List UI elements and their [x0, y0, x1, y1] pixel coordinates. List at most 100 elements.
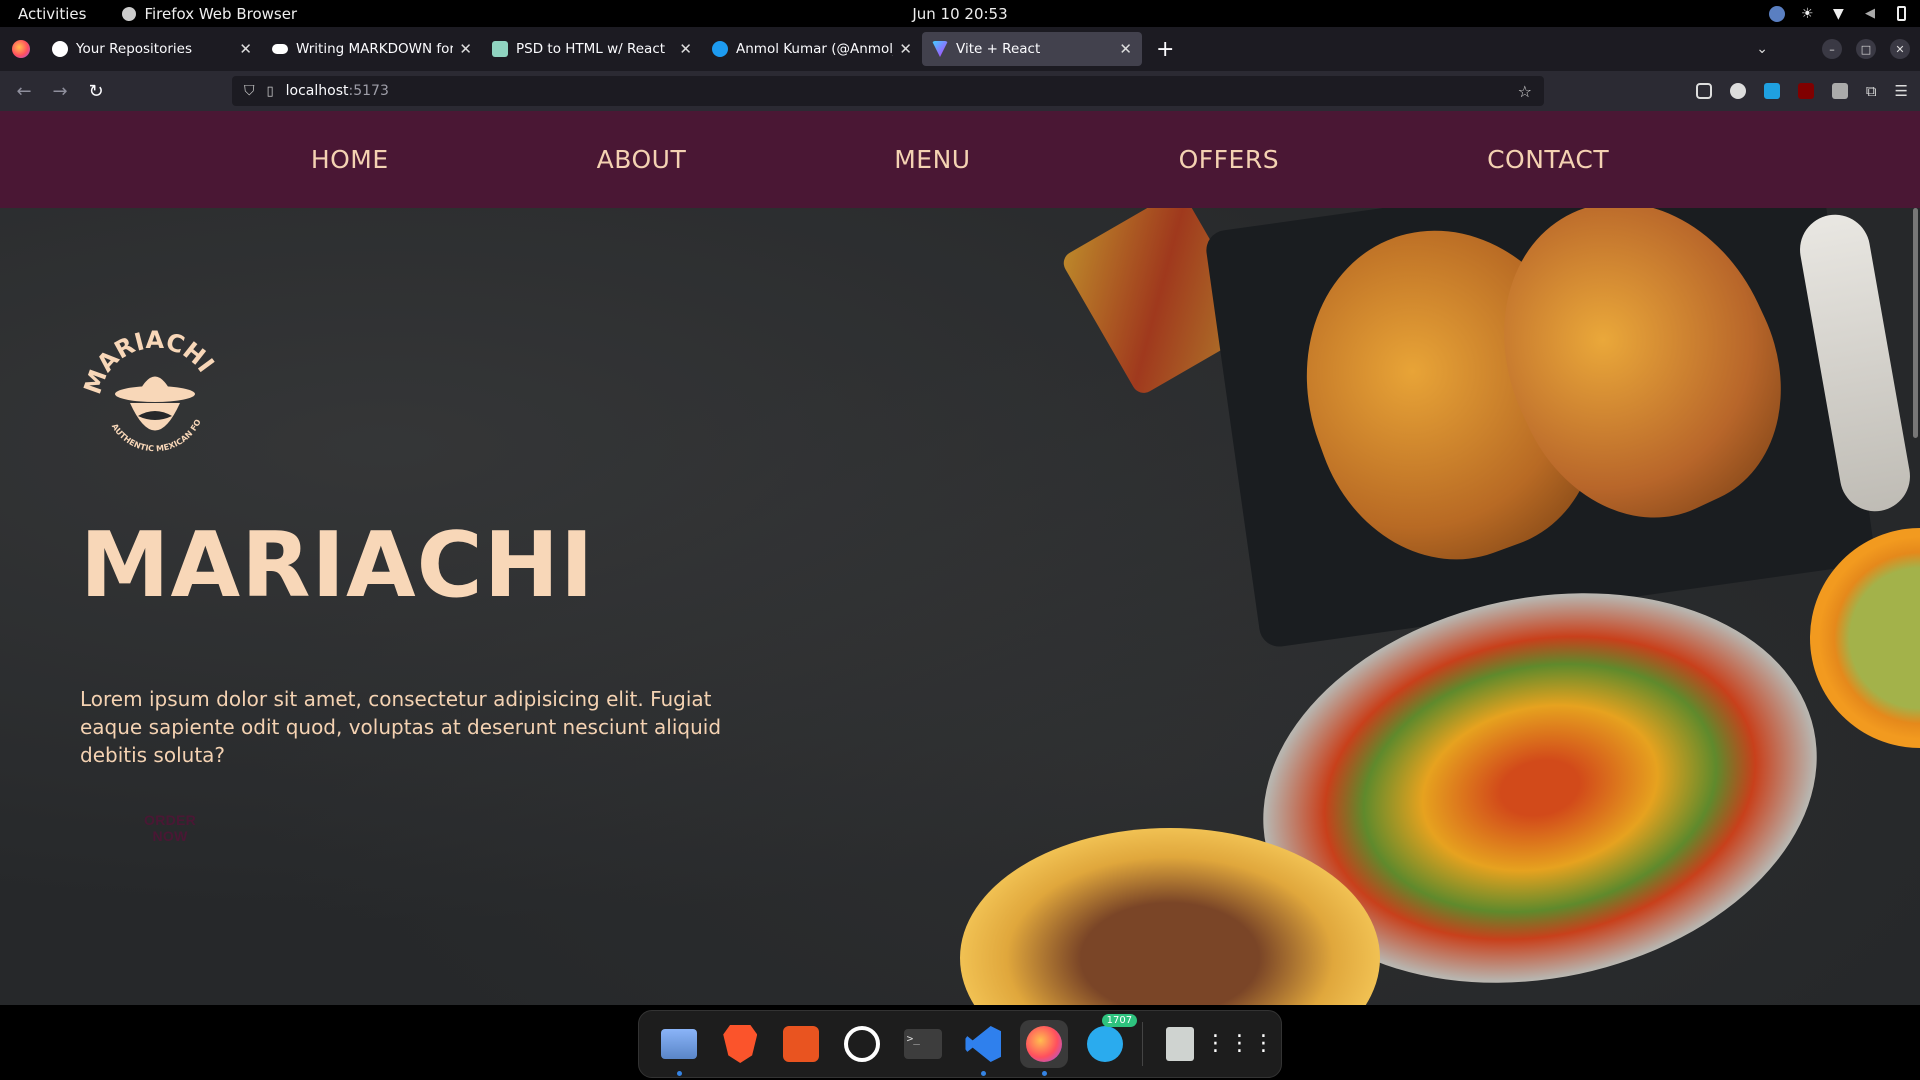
activities-button[interactable]: Activities [18, 5, 86, 23]
dock-area: >_ 1707 ⋮⋮⋮ [0, 1005, 1920, 1080]
app-store-icon-shape [783, 1026, 820, 1062]
tab-title: Your Repositories [76, 41, 192, 57]
vite-icon [932, 41, 948, 57]
ublock-icon[interactable] [1797, 83, 1814, 99]
maximize-button[interactable]: □ [1856, 39, 1876, 59]
close-icon[interactable]: ✕ [459, 40, 472, 58]
tab-1[interactable]: Writing MARKDOWN for yo ✕ [262, 32, 482, 66]
reload-button[interactable]: ↻ [78, 81, 114, 102]
volume-icon: ◀ [1865, 5, 1875, 21]
hero-description: Lorem ipsum dolor sit amet, consectetur … [80, 687, 722, 767]
tab-strip: Your Repositories ✕ Writing MARKDOWN for… [0, 27, 1920, 71]
telegram-icon-shape [1087, 1026, 1124, 1062]
close-icon[interactable]: ✕ [239, 40, 252, 58]
tab-2[interactable]: PSD to HTML w/ React ✕ [482, 32, 702, 66]
nav-contact-link[interactable]: CONTACT [1487, 145, 1609, 174]
close-icon[interactable]: ✕ [679, 40, 692, 58]
system-tray[interactable]: ☀ ▼ ◀ [1769, 5, 1906, 22]
app-grid-icon[interactable]: ⋮⋮⋮ [1205, 1020, 1275, 1068]
brave-icon-shape [723, 1025, 758, 1063]
tab-title: Vite + React [956, 41, 1041, 57]
running-indicator [1041, 1071, 1047, 1076]
app-store-icon[interactable] [777, 1020, 825, 1068]
notification-badge: 1707 [1101, 1014, 1138, 1027]
url-bar[interactable]: ⛉ ▯ localhost:5173 ☆ [232, 76, 1544, 106]
terminal-icon-shape: >_ [903, 1029, 942, 1059]
vscode-icon[interactable] [959, 1020, 1007, 1076]
web-page: HOME ABOUT MENU OFFERS CONTACT MARIACHI [0, 111, 1920, 1005]
trash-icon-shape [1165, 1027, 1194, 1061]
forward-button[interactable]: → [42, 81, 78, 102]
dock: >_ 1707 ⋮⋮⋮ [638, 1010, 1282, 1078]
brave-icon[interactable] [716, 1020, 764, 1068]
running-indicator [980, 1071, 986, 1076]
bookmark-star-icon[interactable]: ☆ [1518, 82, 1532, 101]
url-text[interactable]: localhost:5173 [286, 83, 389, 99]
order-now-button[interactable]: ORDER NOW [144, 812, 196, 844]
url-host: localhost [285, 83, 349, 99]
firefox-icon-shape [1026, 1026, 1063, 1062]
hero-title: MARIACHI [80, 513, 595, 618]
tab-title: Anmol Kumar (@Anmol_kr [736, 41, 893, 57]
url-port: :5173 [348, 83, 389, 99]
vscode-icon-shape [965, 1026, 1002, 1062]
wifi-icon: ▼ [1833, 5, 1844, 22]
app-name-label: Firefox Web Browser [144, 4, 298, 23]
translate-extension-icon[interactable] [1763, 83, 1780, 99]
firefox-icon[interactable] [1020, 1020, 1069, 1076]
firefox-small-icon [122, 6, 137, 21]
mariachi-logo: MARIACHI AUTHENTIC MEXICAN FOOD [80, 328, 220, 453]
app-menu[interactable]: Firefox Web Browser [122, 5, 297, 23]
hero-section: MARIACHI AUTHENTIC MEXICAN FOOD MARIACHI… [0, 208, 1920, 1005]
tab-0[interactable]: Your Repositories ✕ [42, 32, 262, 66]
back-button[interactable]: ← [6, 81, 42, 102]
minimize-button[interactable]: – [1822, 39, 1842, 59]
toolbar-extensions: ⧉ ☰ [1695, 82, 1908, 100]
shield-icon[interactable]: ⛉ [244, 83, 255, 99]
github-icon [52, 41, 68, 57]
vpn-icon [1769, 5, 1785, 22]
window-controls: ⌄ – □ ✕ [1756, 39, 1910, 59]
brightness-icon: ☀ [1801, 5, 1814, 22]
site-navbar: HOME ABOUT MENU OFFERS CONTACT [0, 111, 1920, 208]
nav-home-link[interactable]: HOME [311, 145, 389, 174]
whatsapp-icon[interactable] [838, 1020, 886, 1068]
tab-title: PSD to HTML w/ React [516, 41, 666, 57]
tab-4[interactable]: Vite + React ✕ [922, 32, 1142, 66]
tab-3[interactable]: Anmol Kumar (@Anmol_kr ✕ [702, 32, 922, 66]
system-top-bar: Activities Firefox Web Browser Jun 10 20… [0, 0, 1920, 27]
app-grid-icon-shape: ⋮⋮⋮ [1204, 1031, 1277, 1056]
menu-icon[interactable]: ☰ [1895, 82, 1908, 100]
pocket-icon[interactable] [1695, 83, 1712, 99]
battery-icon [1897, 6, 1906, 21]
nav-offers-link[interactable]: OFFERS [1179, 145, 1279, 174]
whatsapp-icon-shape [843, 1026, 880, 1062]
files-icon[interactable] [655, 1020, 703, 1076]
account-icon[interactable] [1729, 83, 1746, 99]
clock[interactable]: Jun 10 20:53 [912, 5, 1007, 23]
new-tab-button[interactable]: + [1156, 37, 1174, 62]
close-icon[interactable]: ✕ [899, 40, 912, 58]
nav-about-link[interactable]: ABOUT [597, 145, 687, 174]
extensions-icon[interactable]: ⧉ [1866, 82, 1877, 100]
nav-menu-link[interactable]: MENU [894, 145, 970, 174]
files-icon-shape [661, 1029, 698, 1059]
dock-separator [1141, 1022, 1143, 1066]
page-icon[interactable]: ▯ [267, 84, 274, 99]
close-icon[interactable]: ✕ [1119, 40, 1132, 58]
hero-food-image [940, 208, 1920, 1005]
firefox-view-icon[interactable] [12, 40, 30, 58]
tab-title: Writing MARKDOWN for yo [296, 41, 454, 57]
medium-icon [272, 44, 288, 54]
replit-icon [492, 41, 508, 57]
terminal-icon[interactable]: >_ [899, 1020, 947, 1068]
telegram-icon[interactable]: 1707 [1081, 1014, 1138, 1068]
list-all-tabs-icon[interactable]: ⌄ [1756, 41, 1768, 57]
page-scrollbar[interactable] [1913, 208, 1918, 438]
twitter-icon [712, 41, 728, 57]
navigation-toolbar: ← → ↻ ⛉ ▯ localhost:5173 ☆ ⧉ ☰ [0, 71, 1920, 111]
incognito-icon[interactable] [1831, 83, 1848, 99]
close-window-button[interactable]: ✕ [1890, 39, 1910, 59]
running-indicator [676, 1071, 682, 1076]
trash-icon[interactable] [1156, 1020, 1204, 1068]
